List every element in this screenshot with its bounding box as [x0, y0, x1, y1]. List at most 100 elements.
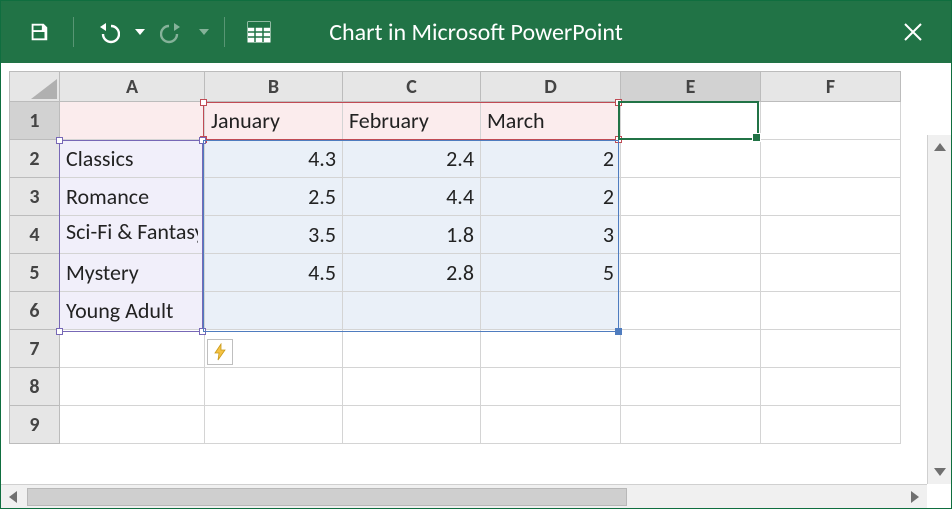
cell-d3[interactable]: 2 — [481, 178, 621, 216]
cell-c2[interactable]: 2.4 — [343, 140, 481, 178]
cell-f4[interactable] — [761, 216, 901, 254]
cell-d4[interactable]: 3 — [481, 216, 621, 254]
cell-e5[interactable] — [621, 254, 761, 292]
cell-b3[interactable]: 2.5 — [205, 178, 343, 216]
col-header-a[interactable]: A — [60, 72, 205, 102]
cell-f9[interactable] — [761, 406, 901, 444]
cell-c3[interactable]: 4.4 — [343, 178, 481, 216]
cell-e6[interactable] — [621, 292, 761, 330]
qat-separator — [224, 17, 225, 47]
cell-e8[interactable] — [621, 368, 761, 406]
close-button[interactable] — [889, 1, 937, 63]
qat-separator — [73, 17, 74, 47]
cell-b9[interactable] — [205, 406, 343, 444]
caret-down-icon — [135, 29, 145, 35]
scroll-left-button[interactable] — [1, 485, 25, 509]
cell-d2[interactable]: 2 — [481, 140, 621, 178]
cell-d7[interactable] — [481, 330, 621, 368]
select-all-corner[interactable] — [10, 72, 60, 102]
cell-b4[interactable]: 3.5 — [205, 216, 343, 254]
scroll-right-button[interactable] — [903, 485, 927, 509]
save-icon — [28, 21, 50, 43]
row-header-4[interactable]: 4 — [10, 216, 60, 254]
row-header-9[interactable]: 9 — [10, 406, 60, 444]
redo-icon — [160, 20, 184, 44]
cell-c4[interactable]: 1.8 — [343, 216, 481, 254]
redo-button[interactable] — [152, 12, 192, 52]
cell-a6[interactable]: Young Adult — [60, 292, 205, 330]
cell-c5[interactable]: 2.8 — [343, 254, 481, 292]
cell-a4[interactable]: Sci-Fi & Fantasy — [60, 216, 205, 254]
cell-a2[interactable]: Classics — [60, 140, 205, 178]
cell-c8[interactable] — [343, 368, 481, 406]
cell-d5[interactable]: 5 — [481, 254, 621, 292]
col-header-d[interactable]: D — [481, 72, 621, 102]
caret-left-icon — [9, 491, 17, 503]
worksheet-button[interactable] — [239, 12, 279, 52]
undo-dropdown[interactable] — [134, 12, 146, 52]
vertical-scroll-track[interactable] — [928, 159, 951, 460]
save-button[interactable] — [19, 12, 59, 52]
col-header-f[interactable]: F — [761, 72, 901, 102]
scroll-down-button[interactable] — [928, 460, 951, 484]
quick-analysis-button[interactable] — [207, 339, 233, 365]
cell-a9[interactable] — [60, 406, 205, 444]
row-header-3[interactable]: 3 — [10, 178, 60, 216]
cell-b8[interactable] — [205, 368, 343, 406]
cell-b5[interactable]: 4.5 — [205, 254, 343, 292]
grid[interactable]: A B C D E F 1 January February March — [9, 71, 951, 444]
row-header-1[interactable]: 1 — [10, 102, 60, 140]
row-header-7[interactable]: 7 — [10, 330, 60, 368]
cell-c1[interactable]: February — [343, 102, 481, 140]
cell-d8[interactable] — [481, 368, 621, 406]
cell-b1[interactable]: January — [205, 102, 343, 140]
col-header-b[interactable]: B — [205, 72, 343, 102]
cell-e9[interactable] — [621, 406, 761, 444]
cell-f3[interactable] — [761, 178, 901, 216]
worksheet-area: A B C D E F 1 January February March — [1, 63, 951, 508]
spreadsheet-table[interactable]: A B C D E F 1 January February March — [9, 71, 901, 444]
cell-e3[interactable] — [621, 178, 761, 216]
cell-e4[interactable] — [621, 216, 761, 254]
cell-d6[interactable] — [481, 292, 621, 330]
cell-f7[interactable] — [761, 330, 901, 368]
cell-a7[interactable] — [60, 330, 205, 368]
cell-d1[interactable]: March — [481, 102, 621, 140]
redo-dropdown[interactable] — [198, 12, 210, 52]
row-header-5[interactable]: 5 — [10, 254, 60, 292]
cell-b6[interactable] — [205, 292, 343, 330]
scroll-up-button[interactable] — [928, 135, 951, 159]
cell-e1[interactable] — [621, 102, 761, 140]
cell-a5[interactable]: Mystery — [60, 254, 205, 292]
horizontal-scrollbar[interactable] — [1, 484, 927, 508]
cell-d9[interactable] — [481, 406, 621, 444]
cell-f5[interactable] — [761, 254, 901, 292]
row-header-6[interactable]: 6 — [10, 292, 60, 330]
col-header-e[interactable]: E — [621, 72, 761, 102]
cell-a1[interactable] — [60, 102, 205, 140]
cell-f2[interactable] — [761, 140, 901, 178]
cell-f6[interactable] — [761, 292, 901, 330]
cell-e2[interactable] — [621, 140, 761, 178]
quick-access-toolbar — [1, 12, 279, 52]
horizontal-scroll-thumb[interactable] — [27, 488, 627, 506]
cell-c9[interactable] — [343, 406, 481, 444]
close-icon — [902, 21, 924, 43]
vertical-scrollbar[interactable] — [927, 135, 951, 484]
col-header-c[interactable]: C — [343, 72, 481, 102]
cell-a3[interactable]: Romance — [60, 178, 205, 216]
cell-f1[interactable] — [761, 102, 901, 140]
cell-e7[interactable] — [621, 330, 761, 368]
excel-in-powerpoint-window: Chart in Microsoft PowerPoint A — [0, 0, 952, 509]
undo-button[interactable] — [88, 12, 128, 52]
cell-b2[interactable]: 4.3 — [205, 140, 343, 178]
cell-f8[interactable] — [761, 368, 901, 406]
row-header-8[interactable]: 8 — [10, 368, 60, 406]
caret-down-icon — [934, 468, 946, 476]
cell-a8[interactable] — [60, 368, 205, 406]
cell-a4-text: Sci-Fi & Fantasy — [66, 218, 198, 245]
cell-c6[interactable] — [343, 292, 481, 330]
row-header-2[interactable]: 2 — [10, 140, 60, 178]
undo-icon — [96, 20, 120, 44]
cell-c7[interactable] — [343, 330, 481, 368]
